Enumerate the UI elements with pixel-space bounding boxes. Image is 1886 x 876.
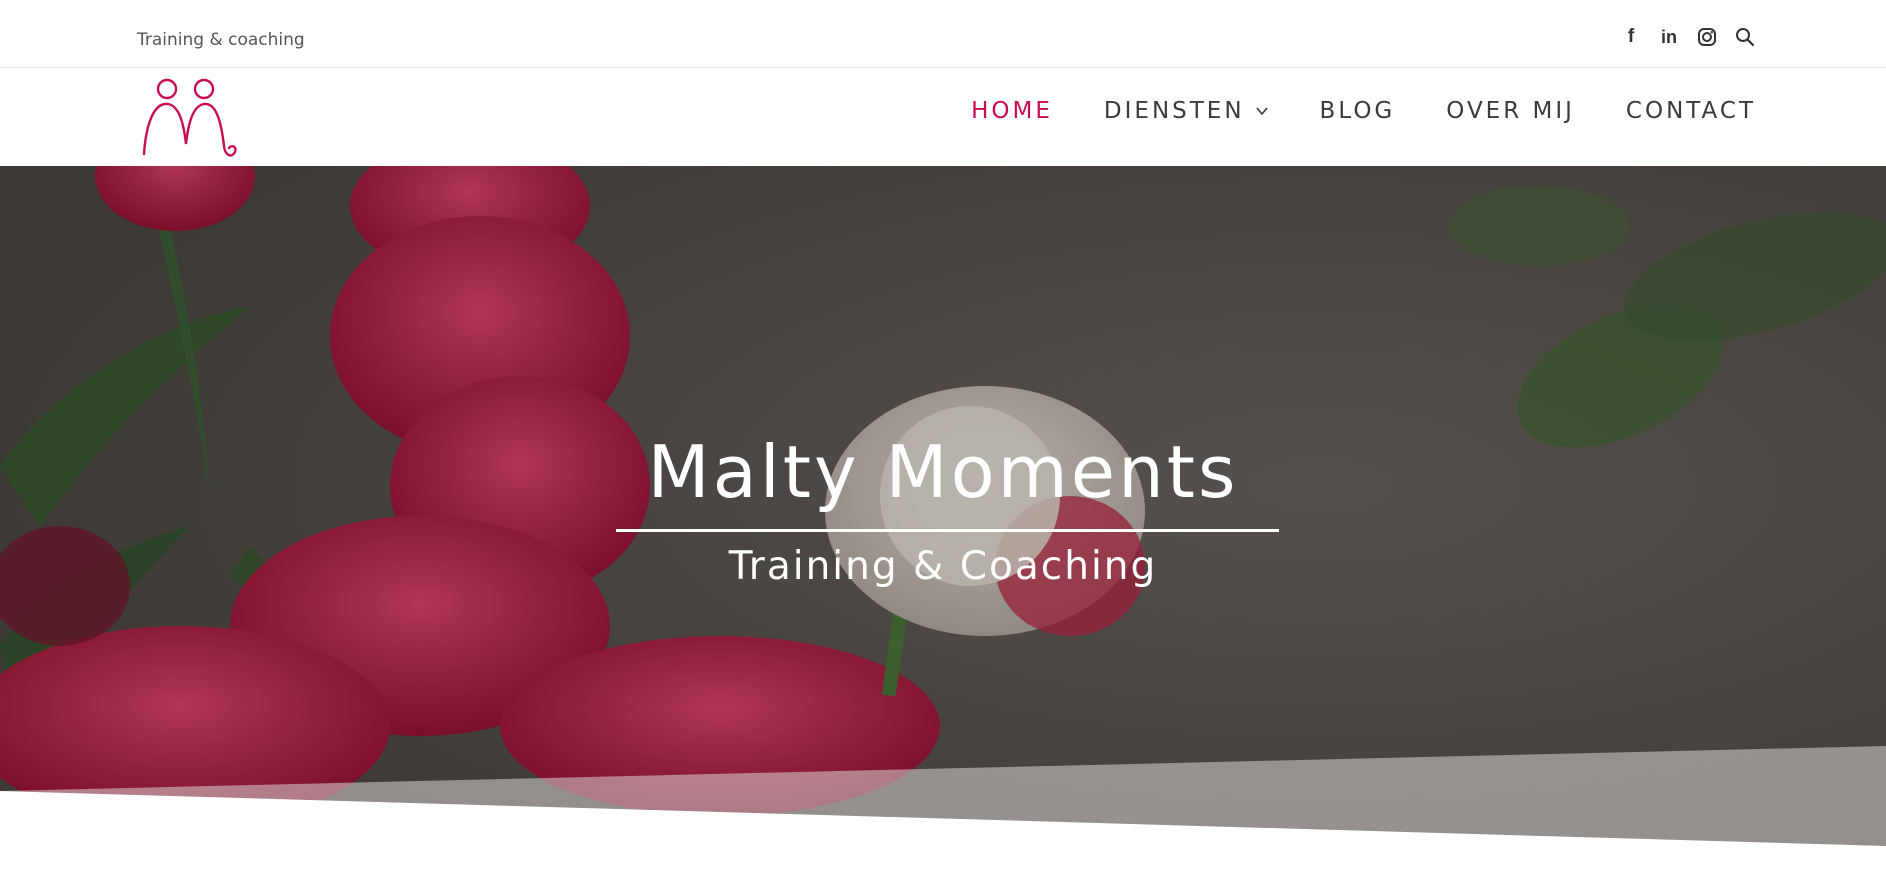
nav-blog[interactable]: BLOG bbox=[1320, 98, 1396, 124]
main-nav: HOME DIENSTEN BLOG OVER MIJ CONTACT bbox=[920, 98, 1756, 124]
search-icon[interactable] bbox=[1734, 26, 1756, 48]
nav-home-label: HOME bbox=[971, 98, 1053, 124]
top-bar: Training & coaching f in bbox=[0, 0, 1886, 68]
nav-contact[interactable]: CONTACT bbox=[1626, 98, 1756, 124]
chevron-down-icon bbox=[1255, 107, 1268, 116]
site-header: HOME DIENSTEN BLOG OVER MIJ CONTACT bbox=[0, 68, 1886, 166]
nav-contact-label: CONTACT bbox=[1625, 98, 1756, 124]
linkedin-icon[interactable]: in bbox=[1658, 26, 1680, 48]
hero-title: Malty Moments bbox=[647, 430, 1239, 514]
nav-blog-label: BLOG bbox=[1319, 98, 1396, 124]
instagram-icon[interactable] bbox=[1696, 26, 1718, 48]
nav-over-mij-label: OVER MIJ bbox=[1446, 98, 1575, 124]
nav-over-mij[interactable]: OVER MIJ bbox=[1446, 98, 1575, 124]
hero-banner: Malty Moments Training & Coaching bbox=[0, 166, 1886, 876]
nav-home[interactable]: HOME bbox=[971, 98, 1053, 124]
nav-diensten-label: DIENSTEN bbox=[1103, 98, 1245, 124]
hero-divider bbox=[616, 529, 1279, 532]
facebook-icon[interactable]: f bbox=[1620, 26, 1642, 48]
site-tagline: Training & coaching bbox=[137, 30, 305, 50]
social-links: f in bbox=[1620, 26, 1756, 48]
site-logo[interactable] bbox=[140, 74, 240, 160]
hero-subtitle: Training & Coaching bbox=[728, 544, 1158, 589]
nav-diensten[interactable]: DIENSTEN bbox=[1104, 98, 1269, 124]
hero-background-image bbox=[0, 166, 1886, 876]
